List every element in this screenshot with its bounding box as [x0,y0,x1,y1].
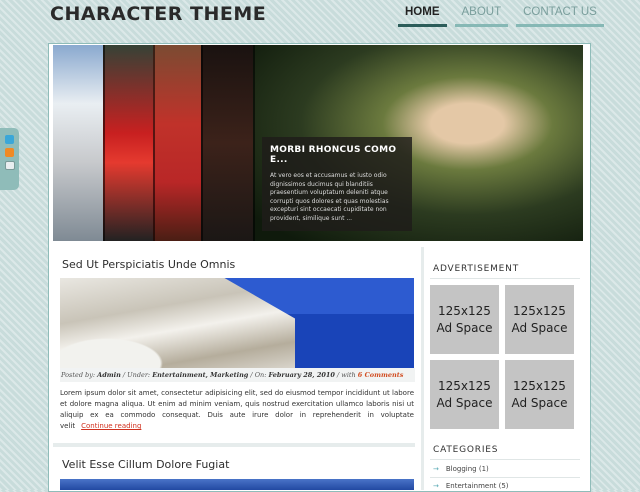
slider-thumb-4[interactable] [201,45,253,241]
meta-posted-by-label: Posted by: [61,371,96,379]
main-nav: HOME ABOUT CONTACT US [398,6,612,27]
rss-icon[interactable] [5,148,14,157]
ad-space[interactable]: 125x125 Ad Space [505,360,574,429]
slider-caption-text: At vero eos et accusamus et iusto odio d… [270,172,389,222]
meta-date: February 28, 2010 [268,371,335,379]
category-rule [430,477,580,478]
ad-space[interactable]: 125x125 Ad Space [430,360,499,429]
site-header: CHARACTER THEME HOME ABOUT CONTACT US [0,0,640,38]
slider-caption-title[interactable]: MORBI RHONCUS COMO E... [270,145,404,165]
slider-caption-title-line1: MORBI RHONCUS COMO [270,145,397,155]
slider-thumb-2[interactable] [103,45,153,241]
arrow-right-icon: → [433,465,439,473]
heading-rule [430,278,580,279]
post-meta: Posted by: Admin / Under: Entertainment,… [60,368,415,382]
post-title[interactable]: Sed Ut Perspiciatis Unde Omnis [62,258,235,271]
ad-size: 125x125 [438,378,491,393]
nav-contact-us[interactable]: CONTACT US [516,6,604,27]
category-label: Entertainment (5) [445,482,509,490]
social-tab [0,128,19,190]
nav-home[interactable]: HOME [398,6,447,27]
ad-size: 125x125 [513,378,566,393]
slider-caption: MORBI RHONCUS COMO E... At vero eos et a… [262,137,412,231]
ad-space[interactable]: 125x125 Ad Space [430,285,499,354]
categories-heading: CATEGORIES [433,445,499,455]
meta-under-label: Under: [127,371,151,379]
post-excerpt: Lorem ipsum dolor sit amet, consectetur … [60,388,414,432]
ad-size: 125x125 [513,303,566,318]
post-divider [53,443,415,447]
ad-label: Ad Space [436,320,493,335]
post-title[interactable]: Velit Esse Cillum Dolore Fugiat [62,458,229,471]
meta-comments-link[interactable]: 6 Comments [358,371,404,379]
slider-thumb-1[interactable] [53,45,103,241]
nav-about[interactable]: ABOUT [454,6,509,27]
ad-space[interactable]: 125x125 Ad Space [505,285,574,354]
continue-reading-link[interactable]: Continue reading [81,422,141,430]
category-label: Blogging (1) [445,465,489,473]
meta-with-label: with [341,371,356,379]
site-logo[interactable]: CHARACTER THEME [50,3,266,25]
advertisement-heading: ADVERTISEMENT [433,264,520,274]
slider-thumb-3[interactable] [153,45,201,241]
email-icon[interactable] [5,161,15,170]
heading-rule [430,459,580,460]
slider-divider [153,45,155,241]
arrow-right-icon: → [433,482,439,490]
ad-size: 125x125 [438,303,491,318]
ad-label: Ad Space [436,395,493,410]
meta-categories[interactable]: Entertainment, Marketing [152,371,248,379]
slider-divider [201,45,203,241]
meta-author[interactable]: Admin [97,371,121,379]
ad-label: Ad Space [511,320,568,335]
slider-divider [103,45,105,241]
slider-divider [253,45,255,241]
slider-caption-title-line2: E... [270,155,288,165]
meta-on-label: On: [254,371,267,379]
post-image[interactable] [60,278,414,368]
ad-label: Ad Space [511,395,568,410]
post-image[interactable] [60,479,414,490]
category-item[interactable]: → Entertainment (5) [433,482,509,490]
post-image-town [60,278,295,368]
category-item[interactable]: → Blogging (1) [433,465,489,473]
twitter-icon[interactable] [5,135,14,144]
